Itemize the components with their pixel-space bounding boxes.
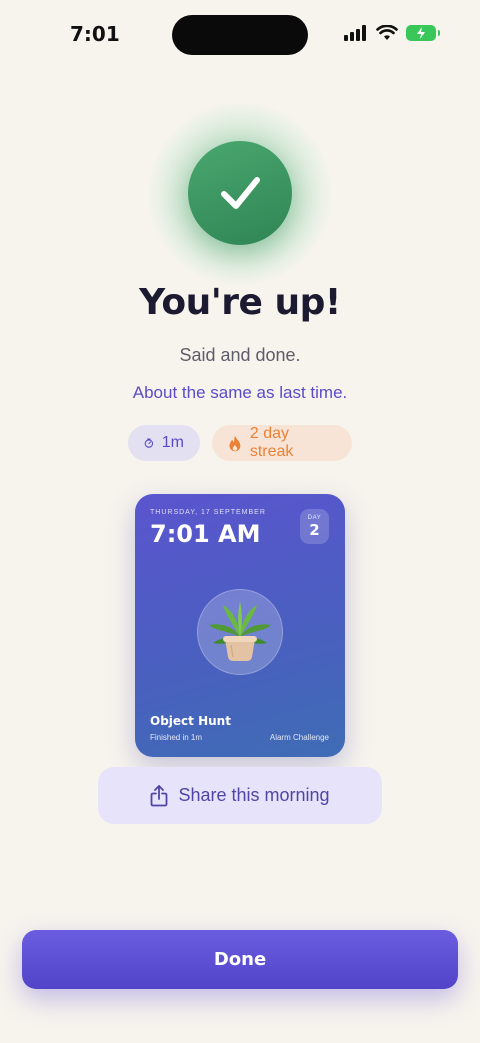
checkmark-icon (221, 177, 260, 209)
status-time: 7:01 (70, 22, 120, 46)
status-bar: 7:01 (0, 0, 480, 70)
battery-charging-icon (406, 25, 440, 41)
challenge-name: Object Hunt (150, 714, 231, 728)
status-icons (344, 25, 440, 41)
wifi-icon (376, 25, 398, 40)
day-number: 2 (309, 520, 320, 539)
share-icon (151, 784, 168, 806)
done-button[interactable]: Done (22, 930, 458, 989)
done-label: Done (213, 949, 267, 970)
share-label: Share this morning (178, 785, 330, 805)
card-date: THURSDAY, 17 SEPTEMBER (150, 509, 266, 516)
success-badge (188, 141, 292, 245)
streak-value: 2 day streak (249, 425, 294, 460)
comparison-text: About the same as last time. (132, 383, 348, 402)
plant-image-circle (197, 589, 283, 675)
share-button[interactable]: Share this morning (98, 767, 382, 824)
dynamic-island (172, 15, 308, 55)
morning-summary-card: THURSDAY, 17 SEPTEMBER 7:01 AM DAY 2 Obj… (135, 494, 345, 757)
potted-plant-icon (209, 602, 271, 661)
page-title: You're up! (139, 282, 341, 323)
subtitle: Said and done. (179, 345, 301, 365)
duration-value: 1m (161, 434, 184, 451)
card-time: 7:01 AM (150, 520, 261, 548)
duration-pill: 1m (128, 425, 200, 461)
streak-pill: 2 day streak (212, 425, 352, 461)
challenge-type: Alarm Challenge (269, 733, 329, 742)
flame-icon (229, 435, 241, 451)
timer-icon (144, 438, 154, 448)
cellular-signal-icon (344, 25, 366, 41)
finished-time: Finished in 1m (150, 733, 203, 742)
day-badge: DAY 2 (300, 509, 329, 544)
